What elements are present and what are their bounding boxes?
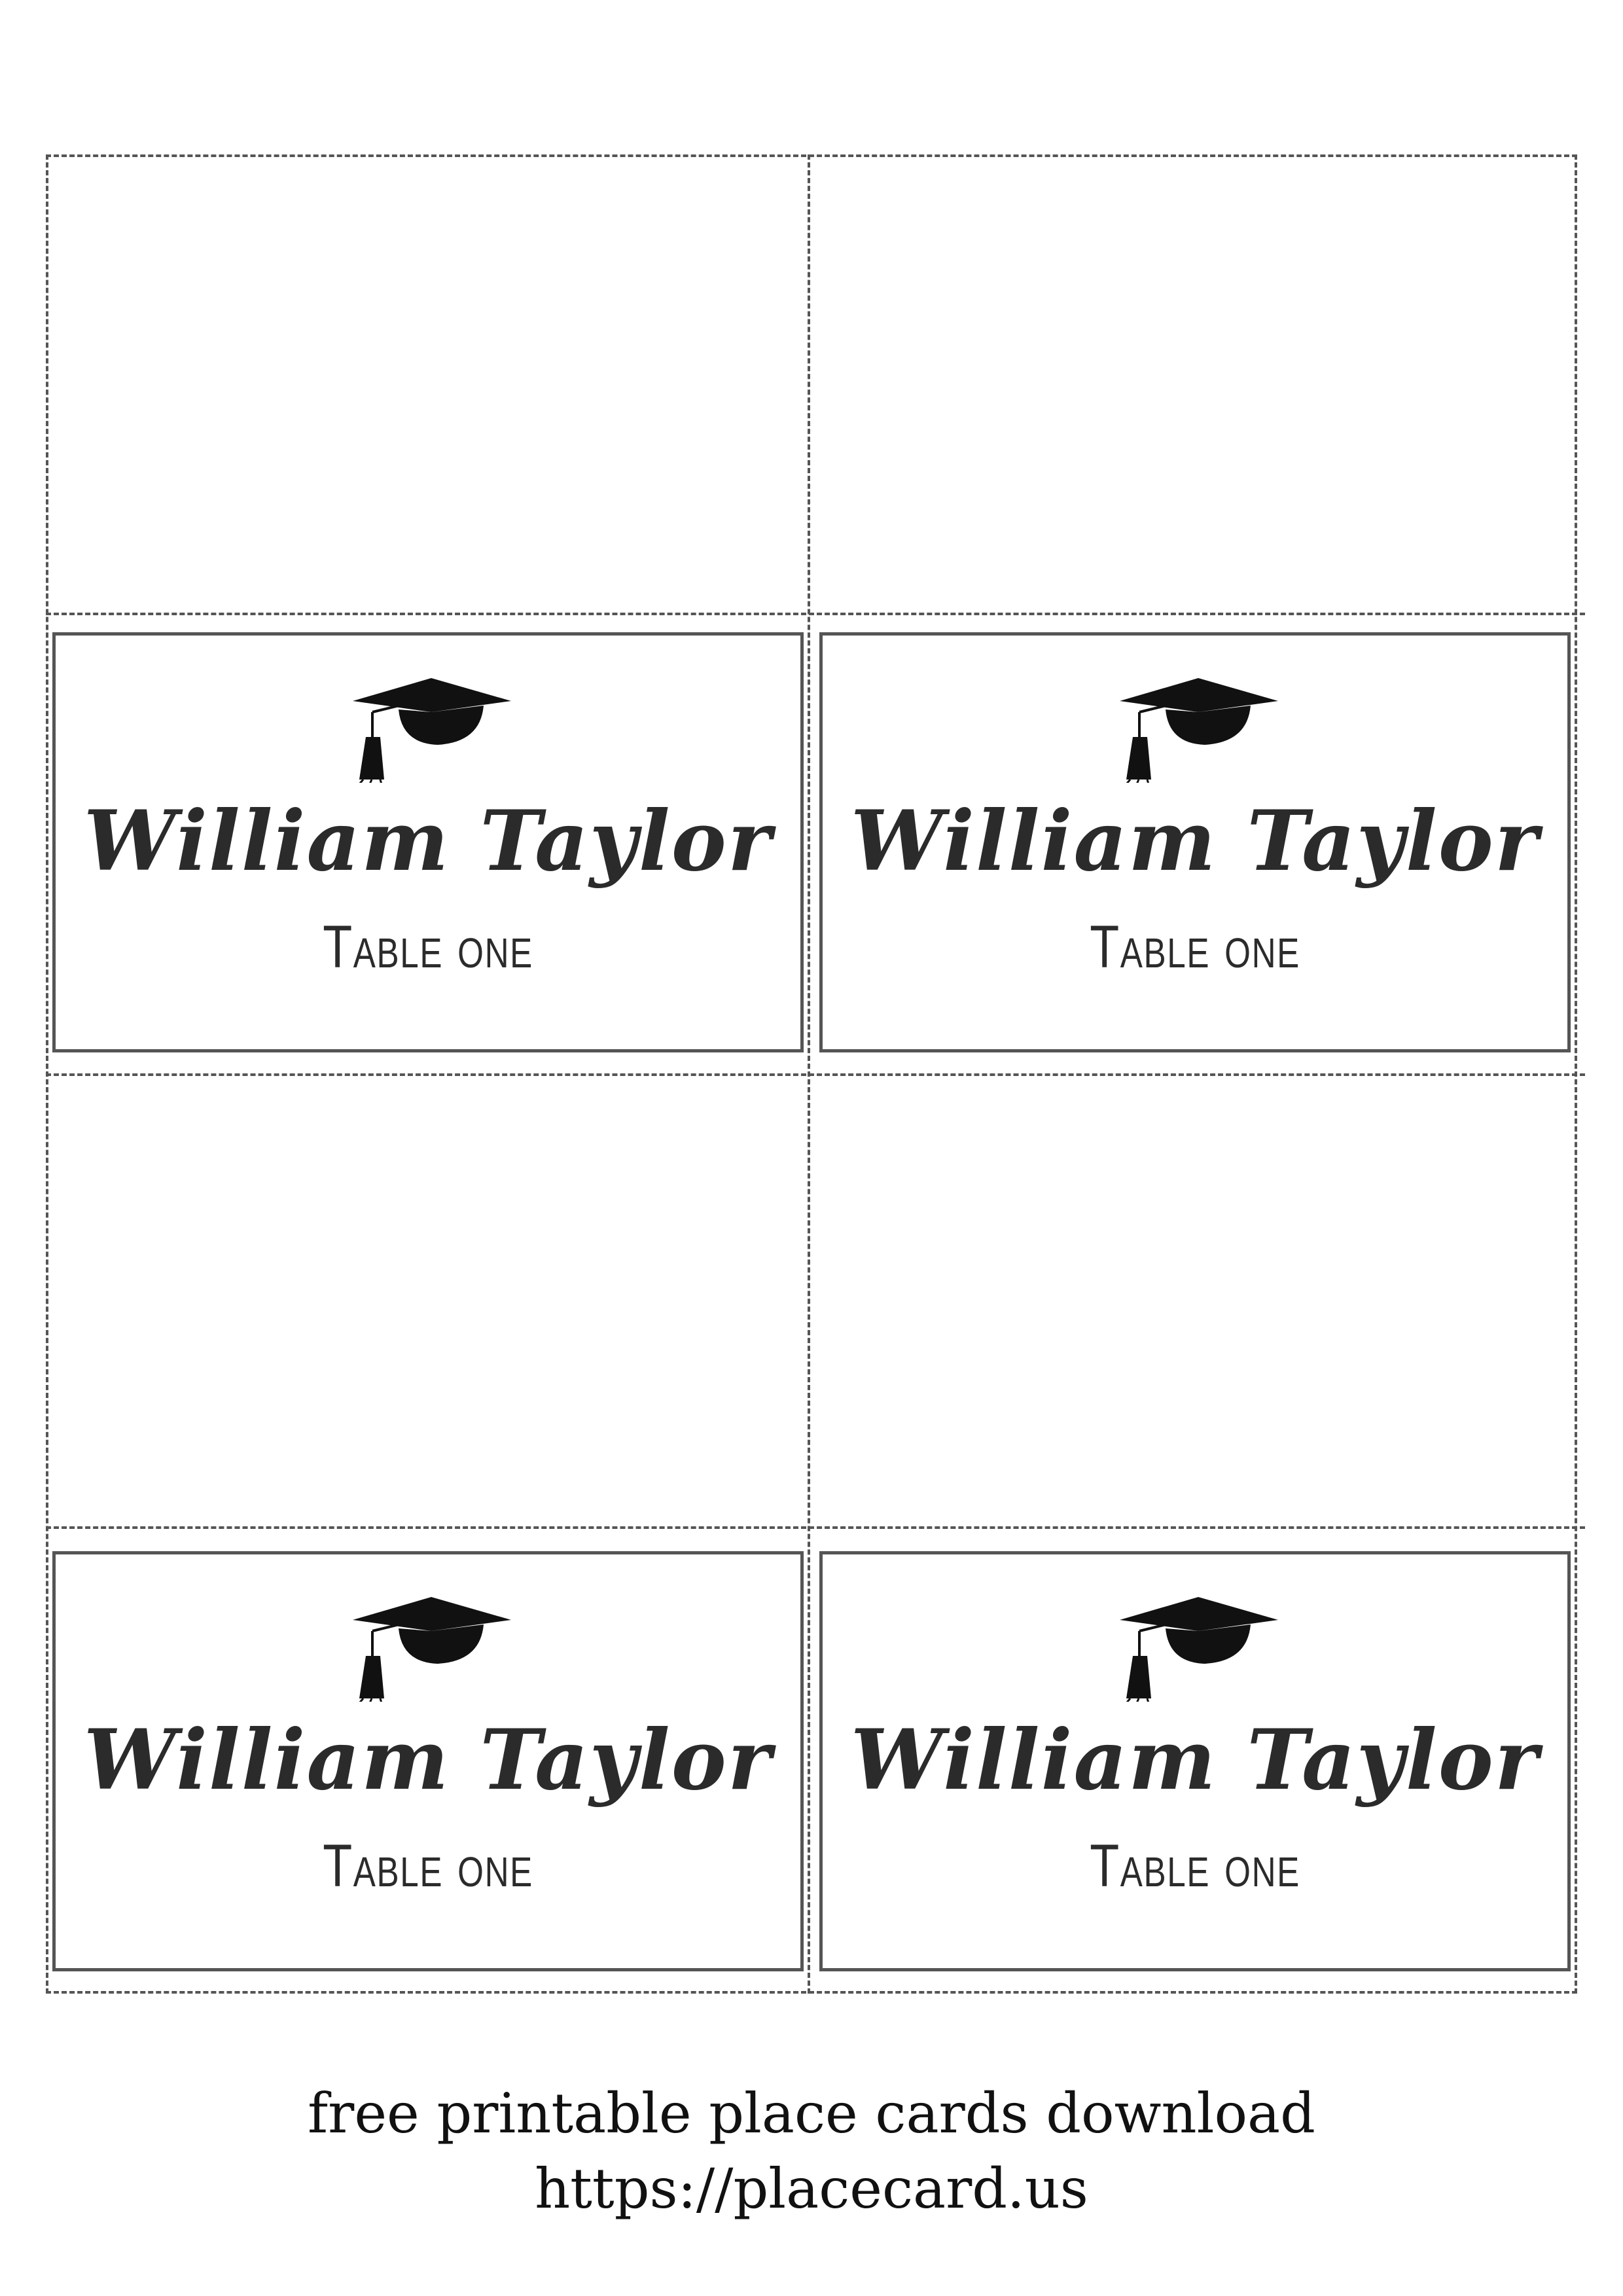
graduation-cap-icon	[353, 1597, 511, 1702]
table-label: Table one	[1090, 1832, 1300, 1899]
place-card: William Taylor Table one	[819, 632, 1571, 1052]
graduation-cap-icon	[353, 678, 511, 783]
cut-line	[808, 154, 810, 1994]
graduation-cap-icon	[1120, 1597, 1278, 1702]
cut-line	[46, 1526, 1585, 1529]
place-card: William Taylor Table one	[52, 632, 804, 1052]
place-card: William Taylor Table one	[819, 1551, 1571, 1971]
footer-url[interactable]: https://placecard.us	[0, 2157, 1623, 2221]
graduation-cap-icon	[1120, 678, 1278, 783]
cut-line	[46, 613, 1585, 615]
cut-line	[46, 1073, 1585, 1076]
table-label: Table one	[1090, 913, 1300, 980]
guest-name: William Taylor	[83, 1712, 773, 1808]
guest-name: William Taylor	[83, 793, 773, 889]
place-card-sheet: William Taylor Table one William Taylor …	[46, 154, 1585, 1994]
table-label: Table one	[323, 1832, 533, 1899]
cut-line	[46, 154, 48, 1994]
place-card: William Taylor Table one	[52, 1551, 804, 1971]
footer-caption: free printable place cards download	[308, 2081, 1315, 2145]
cut-line	[46, 1991, 1577, 1994]
cut-line	[46, 154, 1577, 157]
cut-line	[1575, 154, 1577, 1994]
table-label: Table one	[323, 913, 533, 980]
guest-name: William Taylor	[850, 1712, 1540, 1808]
guest-name: William Taylor	[850, 793, 1540, 889]
